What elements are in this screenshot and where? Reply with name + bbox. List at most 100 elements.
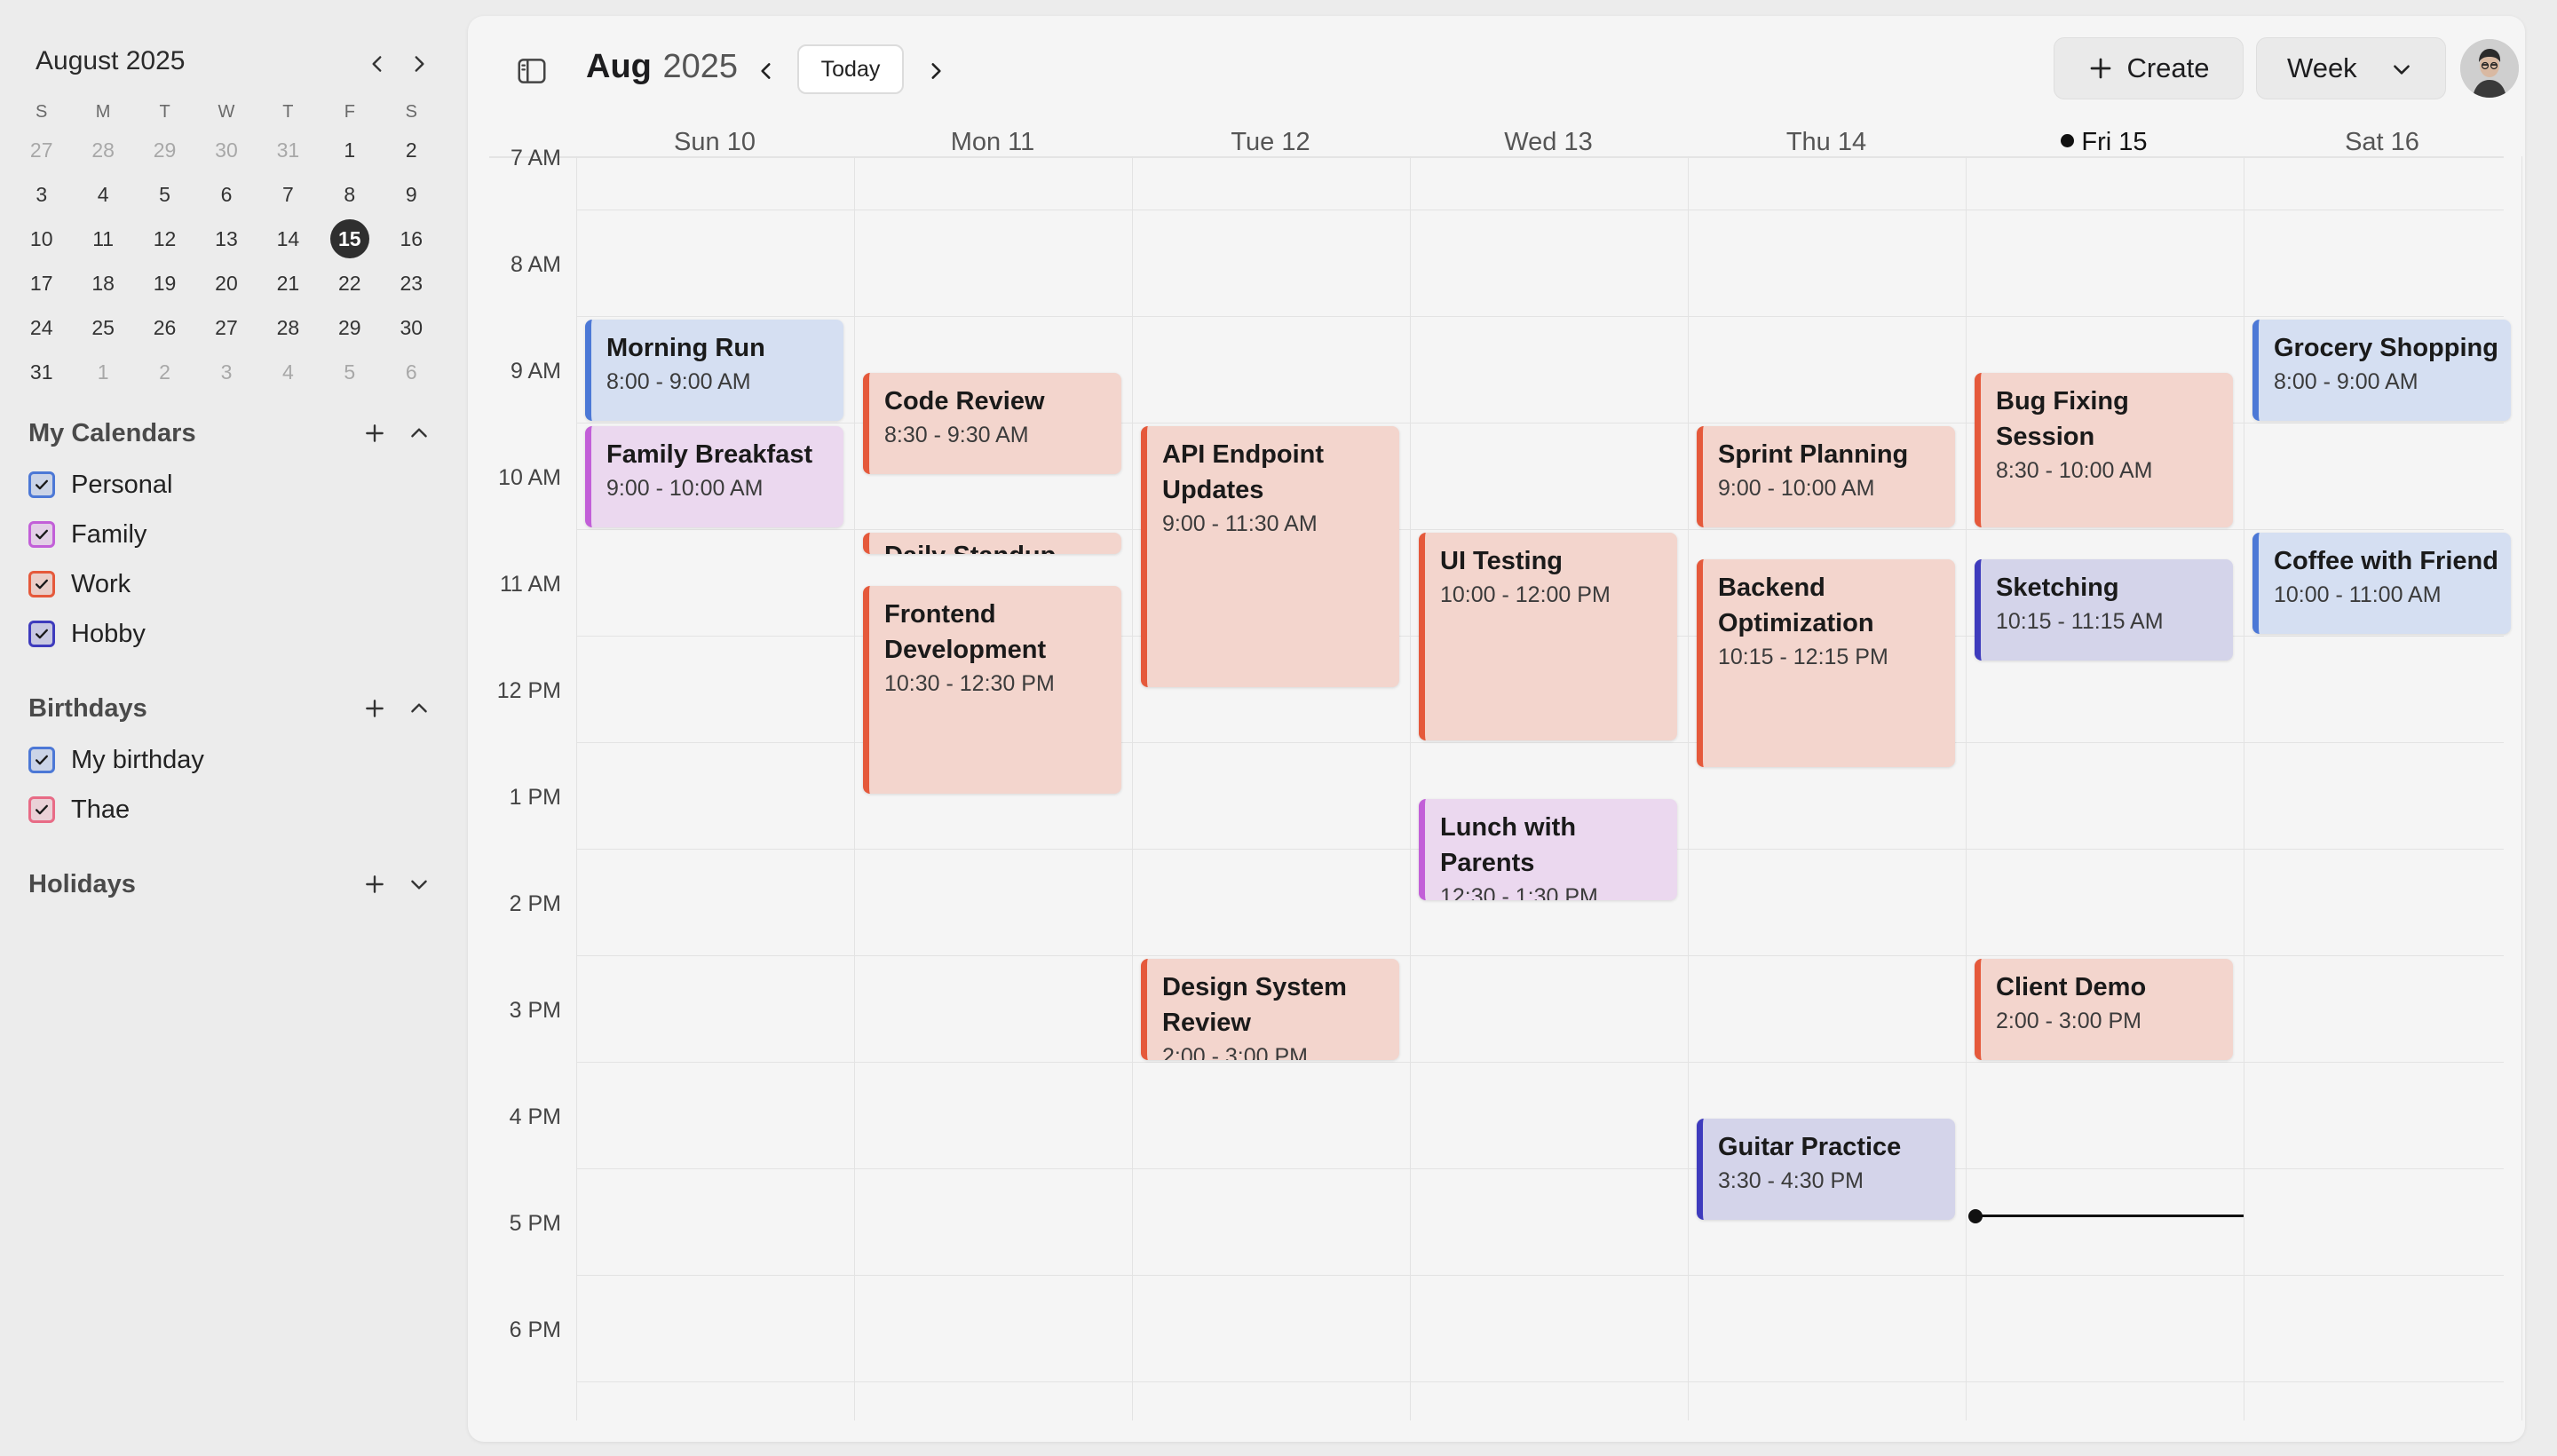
event-time: 8:00 - 9:00 AM bbox=[606, 369, 751, 394]
calendar-toggle-personal[interactable]: Personal bbox=[28, 460, 437, 510]
event-backend-optimization[interactable]: Backend Optimization 10:15 - 12:15 PM bbox=[1697, 559, 1955, 767]
calendar-toggle-hobby[interactable]: Hobby bbox=[28, 609, 437, 659]
checkbox[interactable] bbox=[28, 521, 55, 548]
check-icon bbox=[36, 579, 48, 590]
mini-calendar-day[interactable]: 29 bbox=[319, 308, 380, 347]
mini-calendar-day[interactable]: 31 bbox=[257, 131, 319, 170]
mini-calendar-day[interactable]: 4 bbox=[72, 175, 133, 214]
mini-calendar-week-row: 17 18 19 20 21 22 23 bbox=[11, 261, 442, 305]
collapse-birthdays-button[interactable] bbox=[401, 691, 437, 726]
event-frontend-development[interactable]: Frontend Development 10:30 - 12:30 PM bbox=[863, 586, 1121, 794]
event-code-review[interactable]: Code Review 8:30 - 9:30 AM bbox=[863, 373, 1121, 474]
mini-calendar-day[interactable]: 6 bbox=[381, 352, 442, 392]
previous-week-button[interactable] bbox=[747, 51, 786, 91]
mini-calendar-day[interactable]: 8 bbox=[319, 175, 380, 214]
mini-calendar-day[interactable]: 1 bbox=[72, 352, 133, 392]
mini-calendar-day[interactable]: 2 bbox=[134, 352, 195, 392]
mini-calendar-day[interactable]: 14 bbox=[257, 219, 319, 258]
mini-calendar-day[interactable]: 17 bbox=[11, 264, 72, 303]
expand-holidays-button[interactable] bbox=[401, 866, 437, 902]
event-ui-testing[interactable]: UI Testing 10:00 - 12:00 PM bbox=[1419, 533, 1677, 740]
mini-calendar-day[interactable]: 28 bbox=[257, 308, 319, 347]
event-daily-standup[interactable]: Daily Standup10:00 bbox=[863, 533, 1121, 554]
mini-calendar-day[interactable]: 20 bbox=[195, 264, 257, 303]
event-client-demo[interactable]: Client Demo 2:00 - 3:00 PM bbox=[1975, 959, 2233, 1060]
next-week-button[interactable] bbox=[916, 51, 955, 91]
mini-calendar-day[interactable]: 4 bbox=[257, 352, 319, 392]
day-header[interactable]: Fri 15 bbox=[1966, 128, 2243, 157]
mini-calendar-day[interactable]: 23 bbox=[381, 264, 442, 303]
mini-calendar-day[interactable]: 6 bbox=[195, 175, 257, 214]
today-button[interactable]: Today bbox=[797, 44, 904, 94]
sidebar-toggle-button[interactable] bbox=[512, 51, 551, 91]
mini-calendar-day[interactable]: 11 bbox=[72, 219, 133, 258]
event-morning-run[interactable]: Morning Run 8:00 - 9:00 AM bbox=[585, 320, 843, 421]
checkbox[interactable] bbox=[28, 621, 55, 647]
mini-calendar-day[interactable]: 13 bbox=[195, 219, 257, 258]
day-header[interactable]: Wed 13 bbox=[1410, 128, 1687, 157]
mini-calendar-day[interactable]: 2 bbox=[381, 131, 442, 170]
add-calendar-button[interactable] bbox=[357, 415, 392, 451]
mini-calendar-day[interactable]: 5 bbox=[319, 352, 380, 392]
event-sprint-planning[interactable]: Sprint Planning 9:00 - 10:00 AM bbox=[1697, 426, 1955, 527]
checkbox[interactable] bbox=[28, 747, 55, 773]
event-family-breakfast[interactable]: Family Breakfast 9:00 - 10:00 AM bbox=[585, 426, 843, 527]
mini-calendar-day[interactable]: 7 bbox=[257, 175, 319, 214]
calendar-toggle-thae[interactable]: Thae bbox=[28, 785, 437, 835]
event-sketching[interactable]: Sketching 10:15 - 11:15 AM bbox=[1975, 559, 2233, 661]
mini-calendar-day[interactable]: 16 bbox=[381, 219, 442, 258]
mini-calendar-today[interactable]: 15 bbox=[319, 219, 380, 258]
event-grocery-shopping[interactable]: Grocery Shopping 8:00 - 9:00 AM bbox=[2252, 320, 2511, 421]
mini-calendar-day[interactable]: 9 bbox=[381, 175, 442, 214]
collapse-my-calendars-button[interactable] bbox=[401, 415, 437, 451]
mini-calendar-day[interactable]: 27 bbox=[11, 131, 72, 170]
view-selector[interactable]: Week bbox=[2256, 37, 2446, 99]
event-lunch-with-parents[interactable]: Lunch with Parents 12:30 - 1:30 PM bbox=[1419, 799, 1677, 900]
event-coffee-with-friend[interactable]: Coffee with Friend 10:00 - 11:00 AM bbox=[2252, 533, 2511, 634]
mini-calendar-next-button[interactable] bbox=[401, 46, 437, 82]
day-header[interactable]: Sat 16 bbox=[2244, 128, 2521, 157]
grid-top-divider bbox=[489, 156, 2504, 158]
calendar-toggle-family[interactable]: Family bbox=[28, 510, 437, 559]
day-header[interactable]: Tue 12 bbox=[1132, 128, 1409, 157]
mini-calendar-prev-button[interactable] bbox=[360, 46, 395, 82]
event-design-system-review[interactable]: Design System Review 2:00 - 3:00 PM bbox=[1141, 959, 1399, 1060]
day-header[interactable]: Thu 14 bbox=[1688, 128, 1965, 157]
mini-calendar-day[interactable]: 28 bbox=[72, 131, 133, 170]
mini-calendar-day[interactable]: 5 bbox=[134, 175, 195, 214]
event-bug-fixing-session[interactable]: Bug Fixing Session 8:30 - 10:00 AM bbox=[1975, 373, 2233, 527]
avatar[interactable] bbox=[2460, 39, 2519, 98]
mini-calendar-day[interactable]: 3 bbox=[11, 175, 72, 214]
mini-calendar-day[interactable]: 1 bbox=[319, 131, 380, 170]
checkbox[interactable] bbox=[28, 796, 55, 823]
mini-calendar-day[interactable]: 22 bbox=[319, 264, 380, 303]
day-number: 24 bbox=[29, 316, 53, 339]
mini-calendar-day[interactable]: 12 bbox=[134, 219, 195, 258]
mini-calendar-day[interactable]: 27 bbox=[195, 308, 257, 347]
day-header[interactable]: Sun 10 bbox=[576, 128, 853, 157]
event-api-endpoint-updates[interactable]: API Endpoint Updates 9:00 - 11:30 AM bbox=[1141, 426, 1399, 687]
mini-calendar-day[interactable]: 30 bbox=[195, 131, 257, 170]
chevron-down-icon bbox=[2394, 65, 2410, 75]
mini-calendar-day[interactable]: 10 bbox=[11, 219, 72, 258]
mini-calendar-day[interactable]: 24 bbox=[11, 308, 72, 347]
add-holiday-button[interactable] bbox=[357, 866, 392, 902]
calendar-toggle-work[interactable]: Work bbox=[28, 559, 437, 609]
checkbox[interactable] bbox=[28, 471, 55, 498]
mini-calendar-day[interactable]: 3 bbox=[195, 352, 257, 392]
create-button[interactable]: Create bbox=[2054, 37, 2244, 99]
mini-calendar-day[interactable]: 31 bbox=[11, 352, 72, 392]
mini-calendar-day[interactable]: 21 bbox=[257, 264, 319, 303]
year-text: 2025 bbox=[662, 48, 738, 85]
mini-calendar-day[interactable]: 18 bbox=[72, 264, 133, 303]
mini-calendar-day[interactable]: 26 bbox=[134, 308, 195, 347]
calendar-toggle-my-birthday[interactable]: My birthday bbox=[28, 735, 437, 785]
day-header[interactable]: Mon 11 bbox=[854, 128, 1131, 157]
mini-calendar-day[interactable]: 19 bbox=[134, 264, 195, 303]
mini-calendar-day[interactable]: 25 bbox=[72, 308, 133, 347]
mini-calendar-day[interactable]: 30 bbox=[381, 308, 442, 347]
add-birthday-button[interactable] bbox=[357, 691, 392, 726]
mini-calendar-day[interactable]: 29 bbox=[134, 131, 195, 170]
checkbox[interactable] bbox=[28, 571, 55, 597]
event-guitar-practice[interactable]: Guitar Practice 3:30 - 4:30 PM bbox=[1697, 1119, 1955, 1220]
